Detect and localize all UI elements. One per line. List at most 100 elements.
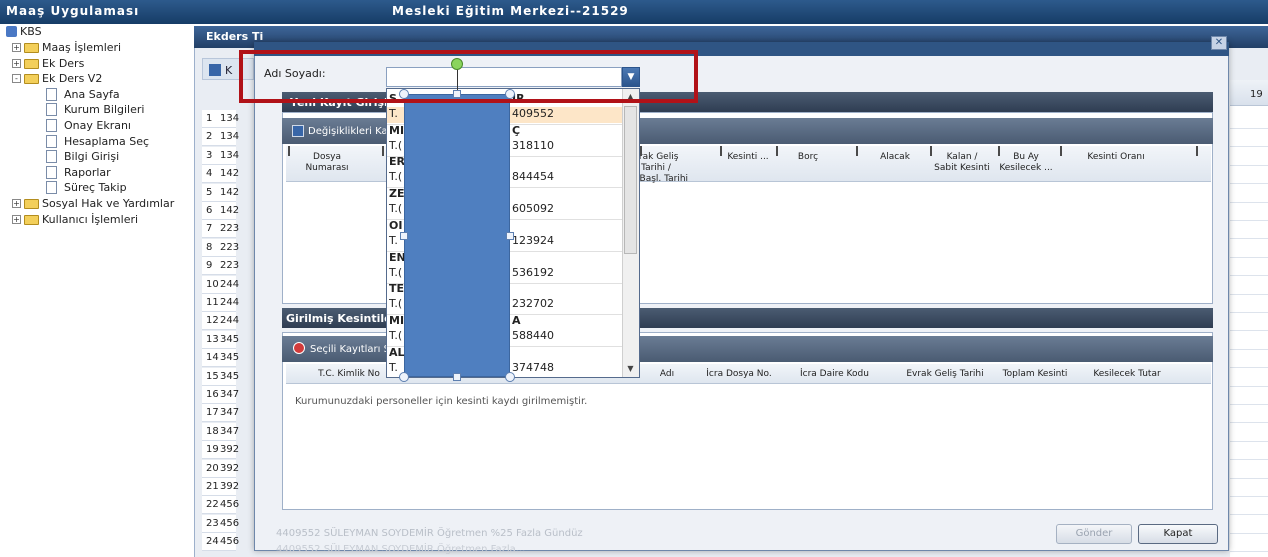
expand-toggle-icon[interactable]: - — [12, 74, 21, 84]
table-row-divider — [1230, 551, 1268, 553]
table-row[interactable]: 4 142 — [202, 165, 239, 184]
option-id-number: 844454 — [512, 170, 554, 184]
table-row[interactable]: 13 345 — [202, 330, 240, 349]
row-number: 10 — [206, 278, 219, 290]
resize-handle[interactable] — [453, 373, 461, 381]
column-header[interactable]: Bu Ay Kesilecek ... — [996, 152, 1056, 174]
background-table-column-label: 19 — [1250, 89, 1263, 100]
option-name: MI — [389, 313, 405, 327]
table-row-divider — [1230, 385, 1268, 387]
option-name: ZE — [389, 187, 405, 201]
column-header[interactable]: İcra Daire Kodu — [800, 369, 869, 380]
column-header[interactable]: Dosya Numarası — [292, 152, 362, 174]
column-header[interactable]: Toplam Kesinti — [996, 369, 1074, 380]
expand-toggle-icon[interactable]: + — [12, 199, 21, 208]
scroll-down-icon[interactable]: ▼ — [622, 361, 639, 377]
table-row-divider — [1230, 275, 1268, 277]
background-toolbar-label: K — [225, 64, 233, 77]
column-header-line2: Sabit Kesinti — [934, 163, 990, 173]
folder-icon — [24, 58, 39, 69]
column-header-line1: Borç — [797, 152, 819, 162]
table-row[interactable]: 7 223 — [202, 220, 239, 239]
table-row[interactable]: 21 392 — [202, 478, 239, 496]
dialog-close-button[interactable]: ✕ — [1211, 36, 1227, 50]
table-row-divider — [1230, 348, 1268, 350]
column-header[interactable]: Evrak Geliş Tarihi — [900, 369, 990, 380]
column-header[interactable]: T.C. Kimlik No — [314, 369, 384, 380]
background-table-right — [1230, 80, 1268, 557]
row-value: 244 — [220, 278, 240, 290]
page-icon — [46, 103, 57, 117]
column-header[interactable]: Alacak — [866, 152, 924, 163]
expand-toggle-icon[interactable]: + — [12, 58, 21, 68]
table-row[interactable]: 17 347 — [202, 404, 239, 423]
table-row[interactable]: 6 142 — [202, 202, 239, 220]
row-number: 13 — [206, 333, 219, 345]
table-row-divider — [1230, 238, 1268, 240]
column-header[interactable]: Kalan / Sabit Kesinti — [932, 152, 992, 174]
expand-toggle-icon[interactable]: + — [12, 214, 21, 224]
table-row[interactable]: 23 456 — [202, 514, 239, 533]
resize-handle[interactable] — [400, 232, 408, 240]
row-number: 20 — [206, 462, 219, 474]
tree-item-label: Ek Ders V2 — [42, 72, 103, 86]
table-row[interactable]: 15 345 — [202, 367, 239, 386]
column-header[interactable]: Adı — [652, 369, 682, 380]
table-row[interactable]: 12 244 — [202, 312, 239, 331]
row-number: 11 — [206, 297, 219, 308]
table-row[interactable]: 8 223 — [202, 238, 239, 257]
option-name-tail: Ç — [512, 123, 521, 137]
table-row-divider — [1230, 183, 1268, 185]
column-header[interactable]: Kesilecek Tutar — [1092, 369, 1162, 380]
table-row[interactable]: 10 244 — [202, 275, 240, 294]
table-row[interactable]: 20 392 — [202, 459, 239, 478]
dropdown-scrollbar-thumb[interactable] — [624, 106, 637, 254]
table-row-divider — [1230, 532, 1268, 534]
column-header[interactable]: Kesinti Oranı — [1078, 152, 1154, 163]
column-header[interactable]: İcra Dosya No. — [704, 369, 774, 380]
save-changes-button[interactable]: Değişiklikleri Ka — [308, 126, 388, 137]
save-icon — [292, 125, 304, 137]
row-value: 345 — [220, 333, 240, 345]
table-row[interactable]: 9 223 — [202, 257, 239, 276]
column-separator — [856, 146, 858, 156]
row-number: 12 — [206, 315, 219, 327]
table-row-divider — [1230, 496, 1268, 497]
table-row[interactable]: 24 456 — [202, 533, 239, 552]
table-row[interactable]: 11 244 — [202, 294, 239, 312]
column-header[interactable]: Borç — [780, 152, 836, 163]
row-value: 392 — [220, 444, 240, 456]
resize-handle[interactable] — [506, 232, 514, 240]
option-id-number: 588440 — [512, 328, 554, 342]
table-row[interactable]: 1 134 — [202, 110, 239, 128]
table-row[interactable]: 2 134 — [202, 128, 239, 147]
expand-toggle-icon[interactable]: + — [12, 43, 21, 52]
table-row[interactable]: 22 456 — [202, 496, 239, 515]
option-id-number: 232702 — [512, 297, 554, 311]
table-row[interactable]: 16 347 — [202, 386, 239, 404]
page-icon — [46, 165, 57, 179]
tree-item-label: Bilgi Girişi — [64, 150, 120, 164]
close-button[interactable]: Kapat — [1138, 524, 1218, 544]
resize-handle[interactable] — [399, 372, 409, 382]
option-id-number: 536192 — [512, 265, 554, 279]
column-separator — [382, 146, 384, 156]
row-number: 2 — [206, 131, 213, 143]
send-button[interactable]: Gönder — [1056, 524, 1132, 544]
column-header-line1: Dosya — [313, 152, 341, 162]
delete-selected-button[interactable]: Seçili Kayıtları S — [310, 344, 390, 355]
column-separator — [930, 146, 932, 156]
navigation-tree: KBS + Maaş İşlemleri + Ek Ders - Ek Ders V2 An… — [0, 24, 192, 557]
redaction-shape[interactable] — [404, 94, 510, 377]
row-value: 142 — [220, 186, 240, 198]
table-row[interactable]: 3 134 — [202, 146, 239, 165]
table-row[interactable]: 14 345 — [202, 349, 239, 368]
table-row-divider — [1230, 477, 1268, 479]
resize-handle[interactable] — [505, 372, 515, 382]
table-row[interactable]: 5 142 — [202, 183, 240, 202]
table-row[interactable]: 19 392 — [202, 441, 240, 460]
column-header[interactable]: Kesinti ... — [726, 152, 770, 163]
table-row[interactable]: 18 347 — [202, 422, 239, 441]
option-id-number: 409552 — [512, 107, 554, 120]
folder-icon — [24, 199, 39, 209]
